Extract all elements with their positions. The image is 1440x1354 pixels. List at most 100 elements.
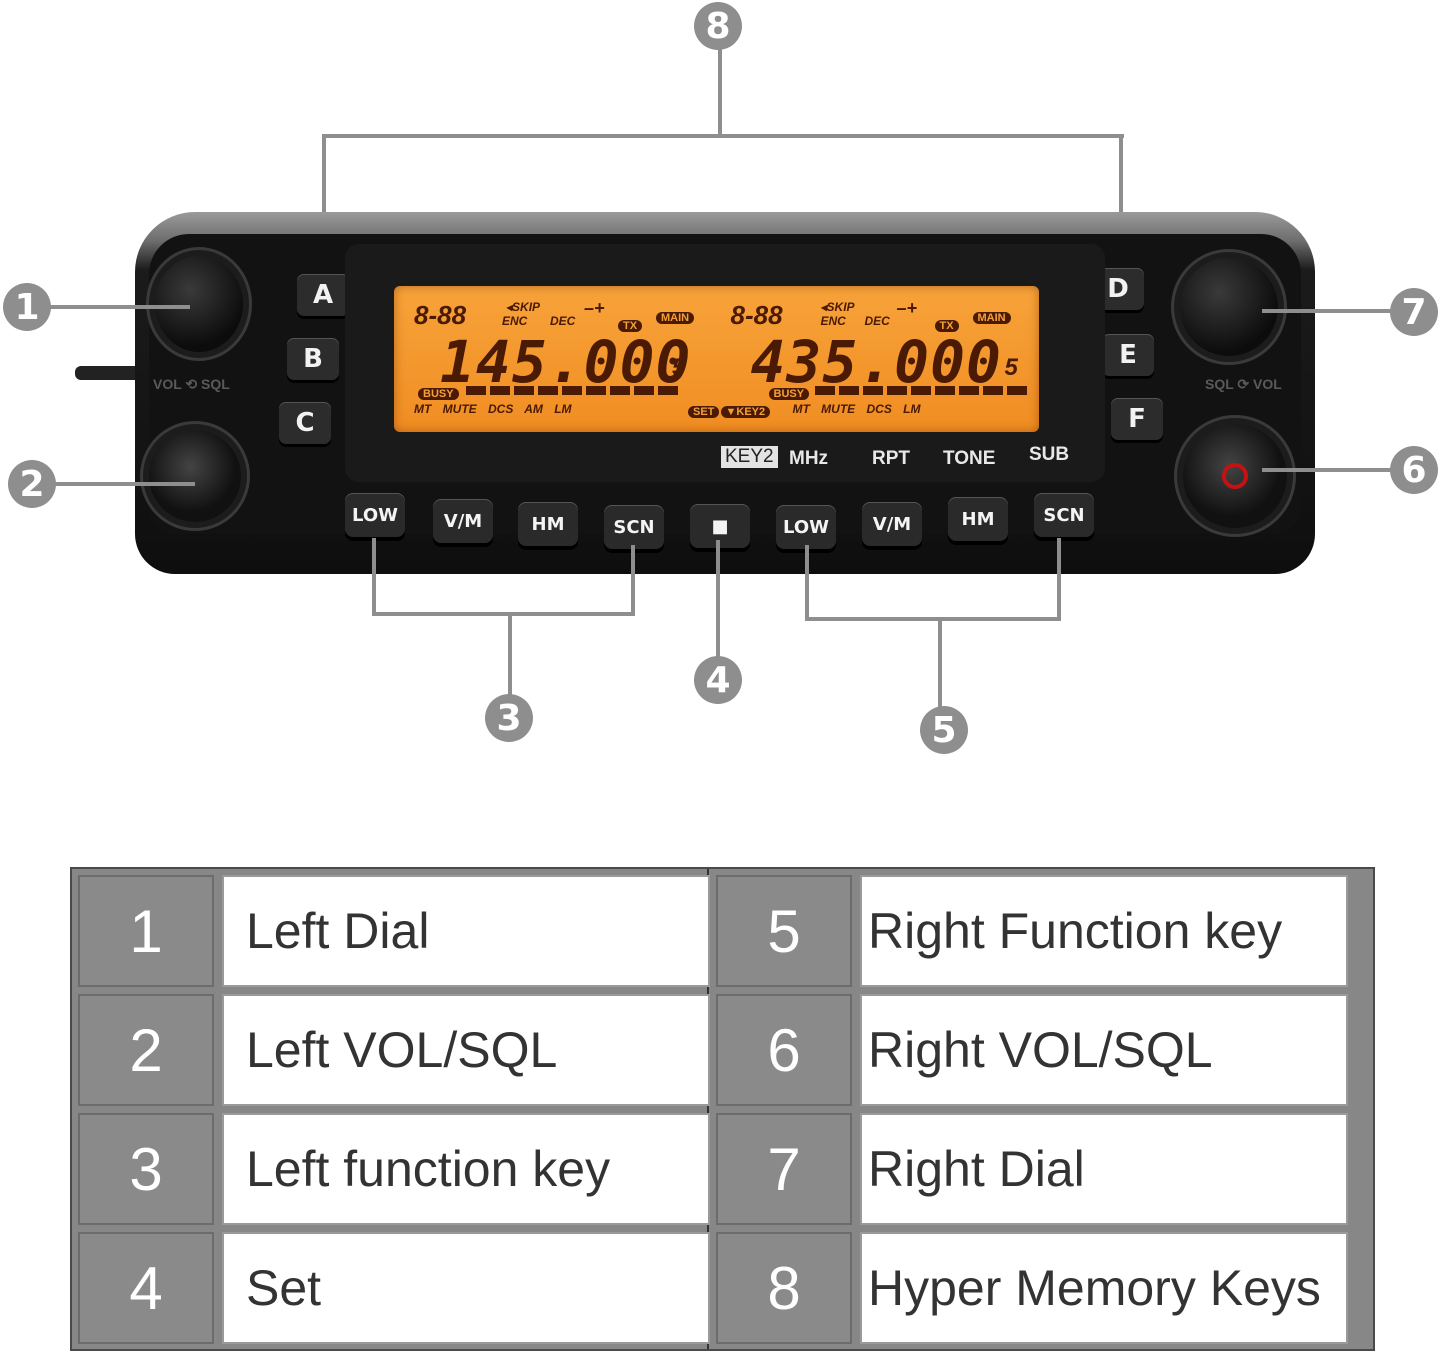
left-knob-label: VOL ⟲ SQL — [153, 376, 230, 392]
callout-badge-6: 6 — [1390, 446, 1438, 494]
legend-column-right: 5 Right Function key 6 Right VOL/SQL 7 R… — [716, 875, 1348, 1345]
callout-badge-1: 1 — [3, 283, 51, 331]
right-low-key[interactable]: LOW — [776, 505, 836, 549]
callout-line — [718, 48, 722, 136]
legend-row: 5 Right Function key — [716, 875, 1348, 987]
lcd-left-skip: ◂SKIP — [506, 300, 541, 314]
callout-line — [716, 540, 720, 658]
legend-number: 4 — [78, 1232, 214, 1344]
legend-label: Hyper Memory Keys — [860, 1232, 1348, 1344]
panel-label-key2: KEY2 — [721, 446, 778, 468]
hyper-memory-key-c[interactable]: C — [279, 402, 331, 444]
legend-row: 2 Left VOL/SQL — [78, 994, 710, 1106]
hyper-memory-key-f[interactable]: F — [1111, 398, 1163, 440]
right-dial[interactable] — [1180, 258, 1278, 356]
right-vol-sql-knob[interactable] — [1183, 424, 1287, 528]
key2-indicator: ▼KEY2 — [720, 406, 771, 418]
left-low-key[interactable]: LOW — [345, 493, 405, 537]
legend-number: 5 — [716, 875, 852, 987]
legend-row: 6 Right VOL/SQL — [716, 994, 1348, 1106]
legend-label: Left function key — [222, 1113, 710, 1225]
lcd-left-freq-suffix: 5 — [672, 354, 686, 381]
callout-badge-8: 8 — [694, 2, 742, 50]
legend-label: Left VOL/SQL — [222, 994, 710, 1106]
main-indicator: MAIN — [656, 312, 695, 324]
callout-line — [631, 545, 635, 616]
left-dial[interactable] — [155, 256, 243, 352]
set-indicator: SET — [688, 406, 720, 418]
lcd-right-dec: DEC — [864, 314, 890, 328]
lcd-left-signal-meter — [466, 386, 678, 396]
panel-label-rpt: RPT — [872, 448, 910, 469]
lcd-display: 8-88 ◂SKIP ENC DEC –+ TX MAIN 145.000 5 … — [394, 286, 1039, 432]
lcd-right-busy: BUSY — [768, 384, 810, 402]
lcd-left-bottom-labels: MT MUTE DCS AM LM — [414, 402, 572, 416]
legend-label: Right Dial — [860, 1113, 1348, 1225]
legend-number: 1 — [78, 875, 214, 987]
legend-number: 8 — [716, 1232, 852, 1344]
lcd-key2: ▼KEY2 — [720, 402, 771, 420]
lcd-right-main: MAIN — [972, 308, 1011, 326]
left-vm-key[interactable]: V/M — [433, 499, 493, 543]
right-knob-label: SQL ⟳ VOL — [1205, 376, 1282, 392]
right-vm-key[interactable]: V/M — [862, 502, 922, 546]
busy-indicator: BUSY — [418, 388, 459, 400]
lcd-left-busy: BUSY — [418, 384, 459, 402]
hyper-memory-key-e[interactable]: E — [1102, 334, 1154, 376]
lcd-right-band: 8-88 ◂SKIP ENC DEC –+ TX MAIN 435.000 5 … — [717, 286, 1040, 432]
callout-badge-5: 5 — [920, 706, 968, 754]
left-scn-key[interactable]: SCN — [604, 505, 664, 549]
callout-line — [50, 305, 190, 309]
callout-badge-7: 7 — [1390, 288, 1438, 336]
callout-line — [1262, 309, 1392, 313]
power-indicator-icon — [1222, 463, 1248, 489]
callout-line — [805, 545, 809, 621]
callout-line — [1057, 538, 1061, 621]
lcd-right-enc: ENC — [820, 314, 846, 328]
lcd-right-skip: ◂SKIP — [820, 300, 855, 314]
callout-badge-3: 3 — [485, 694, 533, 742]
set-key[interactable]: ■ — [690, 504, 750, 548]
legend-label: Right VOL/SQL — [860, 994, 1348, 1106]
legend-label: Right Function key — [860, 875, 1348, 987]
lcd-left-channel: 8-88 — [414, 300, 467, 330]
lcd-right-bottom-labels: MT MUTE DCS LM — [792, 402, 921, 416]
radio-front-panel: VOL ⟲ SQL SQL ⟳ VOL A B C D E F 8-88 ◂SK… — [135, 208, 1315, 578]
lcd-left-main: MAIN — [656, 308, 695, 326]
left-vol-sql-knob[interactable] — [149, 430, 241, 522]
legend-number: 2 — [78, 994, 214, 1106]
legend-row: 4 Set — [78, 1232, 710, 1344]
panel-label-tone: TONE — [943, 448, 996, 469]
right-hm-key[interactable]: HM — [948, 497, 1008, 541]
legend-label: Set — [222, 1232, 710, 1344]
callout-bracket — [805, 617, 1061, 621]
callout-line — [938, 619, 942, 709]
lcd-left-enc: ENC — [502, 314, 528, 328]
legend-column-left: 1 Left Dial 2 Left VOL/SQL 3 Left functi… — [78, 875, 710, 1345]
hyper-memory-key-a[interactable]: A — [297, 274, 349, 316]
legend-label: Left Dial — [222, 875, 710, 987]
legend-row: 7 Right Dial — [716, 1113, 1348, 1225]
legend-row: 8 Hyper Memory Keys — [716, 1232, 1348, 1344]
busy-indicator: BUSY — [768, 388, 810, 400]
lcd-left-band: 8-88 ◂SKIP ENC DEC –+ TX MAIN 145.000 5 … — [394, 286, 720, 432]
legend-row: 3 Left function key — [78, 1113, 710, 1225]
legend-number: 6 — [716, 994, 852, 1106]
right-scn-key[interactable]: SCN — [1034, 493, 1094, 537]
lcd-right-signal-meter — [814, 386, 1027, 396]
legend-number: 7 — [716, 1113, 852, 1225]
legend-table: 1 Left Dial 2 Left VOL/SQL 3 Left functi… — [70, 867, 1375, 1351]
callout-line — [55, 482, 195, 486]
panel-label-mhz: MHz — [789, 448, 829, 469]
callout-line — [508, 614, 512, 696]
callout-bracket — [322, 134, 1124, 138]
callout-badge-4: 4 — [694, 656, 742, 704]
panel-label-sub: SUB — [1029, 444, 1070, 465]
main-indicator: MAIN — [972, 312, 1011, 324]
lcd-left-offset: –+ — [584, 298, 605, 318]
callout-bracket — [372, 612, 635, 616]
legend-row: 1 Left Dial — [78, 875, 710, 987]
lcd-right-channel: 8-88 — [730, 300, 783, 330]
left-hm-key[interactable]: HM — [518, 502, 578, 546]
hyper-memory-key-b[interactable]: B — [287, 338, 339, 380]
